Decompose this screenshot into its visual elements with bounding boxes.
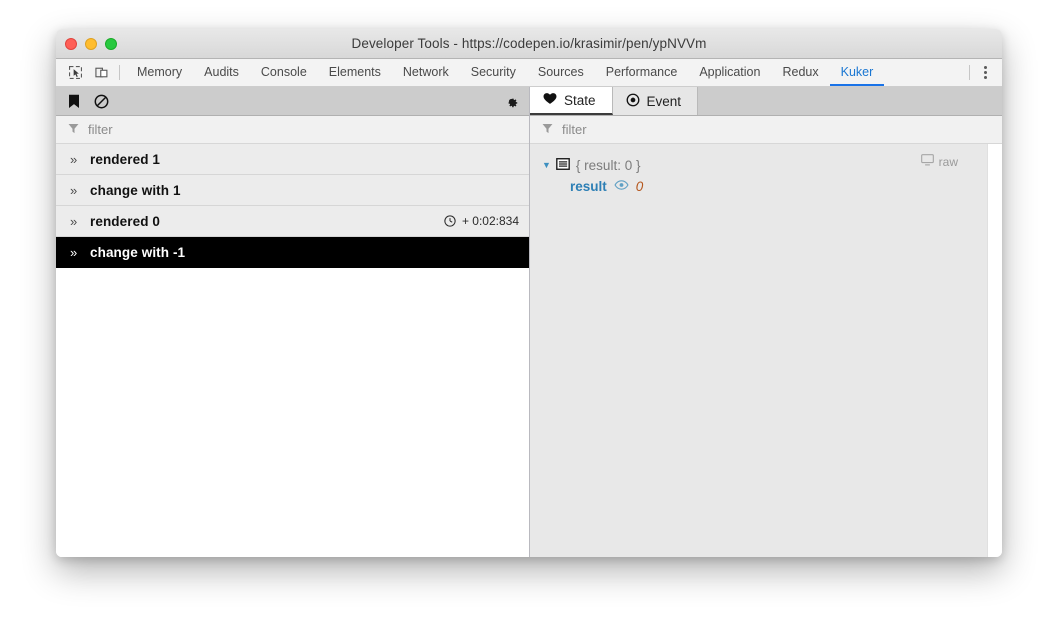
list-item[interactable]: » rendered 0 + 0:02:834 [56,206,529,237]
zoom-button[interactable] [105,37,117,50]
chevron-right-icon: » [70,151,78,167]
monitor-icon [920,154,934,169]
devtools-tab-bar: Memory Audits Console Elements Network S… [56,59,1002,87]
tab-console[interactable]: Console [250,59,318,86]
details-filter-input[interactable]: filter [530,116,1002,144]
target-icon [626,93,640,110]
state-tree-viewer: raw ▼ { result: 0 } result 0 [530,144,1002,557]
list-item[interactable]: » change with -1 [56,237,529,268]
tab-event-label: Event [646,93,682,109]
window-controls [65,37,117,50]
toolbar-divider-right [969,65,970,80]
clock-icon [444,215,456,227]
details-pane: State Event filter raw ▼ {result: 0} r… [530,87,1002,557]
caret-down-icon[interactable]: ▼ [542,160,551,170]
chevron-right-icon: » [70,213,78,229]
bookmark-icon[interactable] [68,94,80,109]
clear-icon[interactable] [94,94,109,109]
event-title: change with 1 [90,182,181,198]
details-filter-placeholder: filter [562,122,587,137]
list-item[interactable]: » rendered 1 [56,144,529,175]
filter-icon [68,121,79,139]
tab-network[interactable]: Network [392,59,460,86]
json-key: result [570,178,607,194]
tab-performance[interactable]: Performance [595,59,689,86]
device-toolbar-icon[interactable] [88,59,114,86]
event-time-label: + 0:02:834 [461,214,519,228]
raw-label: raw [938,154,958,169]
event-timestamp: + 0:02:834 [444,214,519,228]
list-item[interactable]: » change with 1 [56,175,529,206]
chevron-right-icon: » [70,244,78,260]
chevron-right-icon: » [70,182,78,198]
tab-state-label: State [564,92,596,108]
object-icon [556,157,570,173]
event-title: rendered 1 [90,151,161,167]
tab-sources[interactable]: Sources [527,59,595,86]
heart-icon [543,92,557,108]
events-filter-input[interactable]: filter [56,116,529,144]
events-list[interactable]: » rendered 1 » change with 1 » rendered … [56,144,529,557]
raw-toggle-button[interactable]: raw [920,154,958,169]
kuker-panel: filter » rendered 1 » change with 1 » re… [56,87,1002,557]
gear-icon[interactable] [504,94,519,109]
details-tab-bar: State Event [530,87,1002,116]
events-toolbar [56,87,529,116]
devtools-window: Developer Tools - https://codepen.io/kra… [56,29,1002,557]
tab-redux[interactable]: Redux [771,59,829,86]
json-property-row[interactable]: result 0 [542,175,1002,197]
filter-icon [542,121,553,139]
close-button[interactable] [65,37,77,50]
tab-application[interactable]: Application [688,59,771,86]
json-value: 0 [635,178,644,194]
tab-audits[interactable]: Audits [193,59,250,86]
inspect-element-icon[interactable] [62,59,88,86]
details-scrollbar[interactable] [987,144,1002,557]
tab-kuker[interactable]: Kuker [829,59,885,86]
tab-security[interactable]: Security [460,59,527,86]
event-title: rendered 0 [90,213,161,229]
window-title-bar: Developer Tools - https://codepen.io/kra… [56,29,1002,59]
json-summary: { result: 0 } [575,157,641,173]
more-options-icon[interactable] [972,59,998,86]
tab-elements[interactable]: Elements [318,59,392,86]
minimize-button[interactable] [85,37,97,50]
devtools-tabbar-right [964,59,1002,86]
tab-event[interactable]: Event [612,87,699,115]
events-pane: filter » rendered 1 » change with 1 » re… [56,87,530,557]
window-title: Developer Tools - https://codepen.io/kra… [351,36,707,51]
json-tree: ▼ { result: 0 } result 0 [530,144,1002,197]
tab-memory[interactable]: Memory [126,59,193,86]
eye-icon[interactable] [614,177,629,195]
toolbar-divider [119,65,120,80]
tab-state[interactable]: State [530,87,613,115]
event-title: change with -1 [90,244,186,260]
events-filter-placeholder: filter [88,122,113,137]
